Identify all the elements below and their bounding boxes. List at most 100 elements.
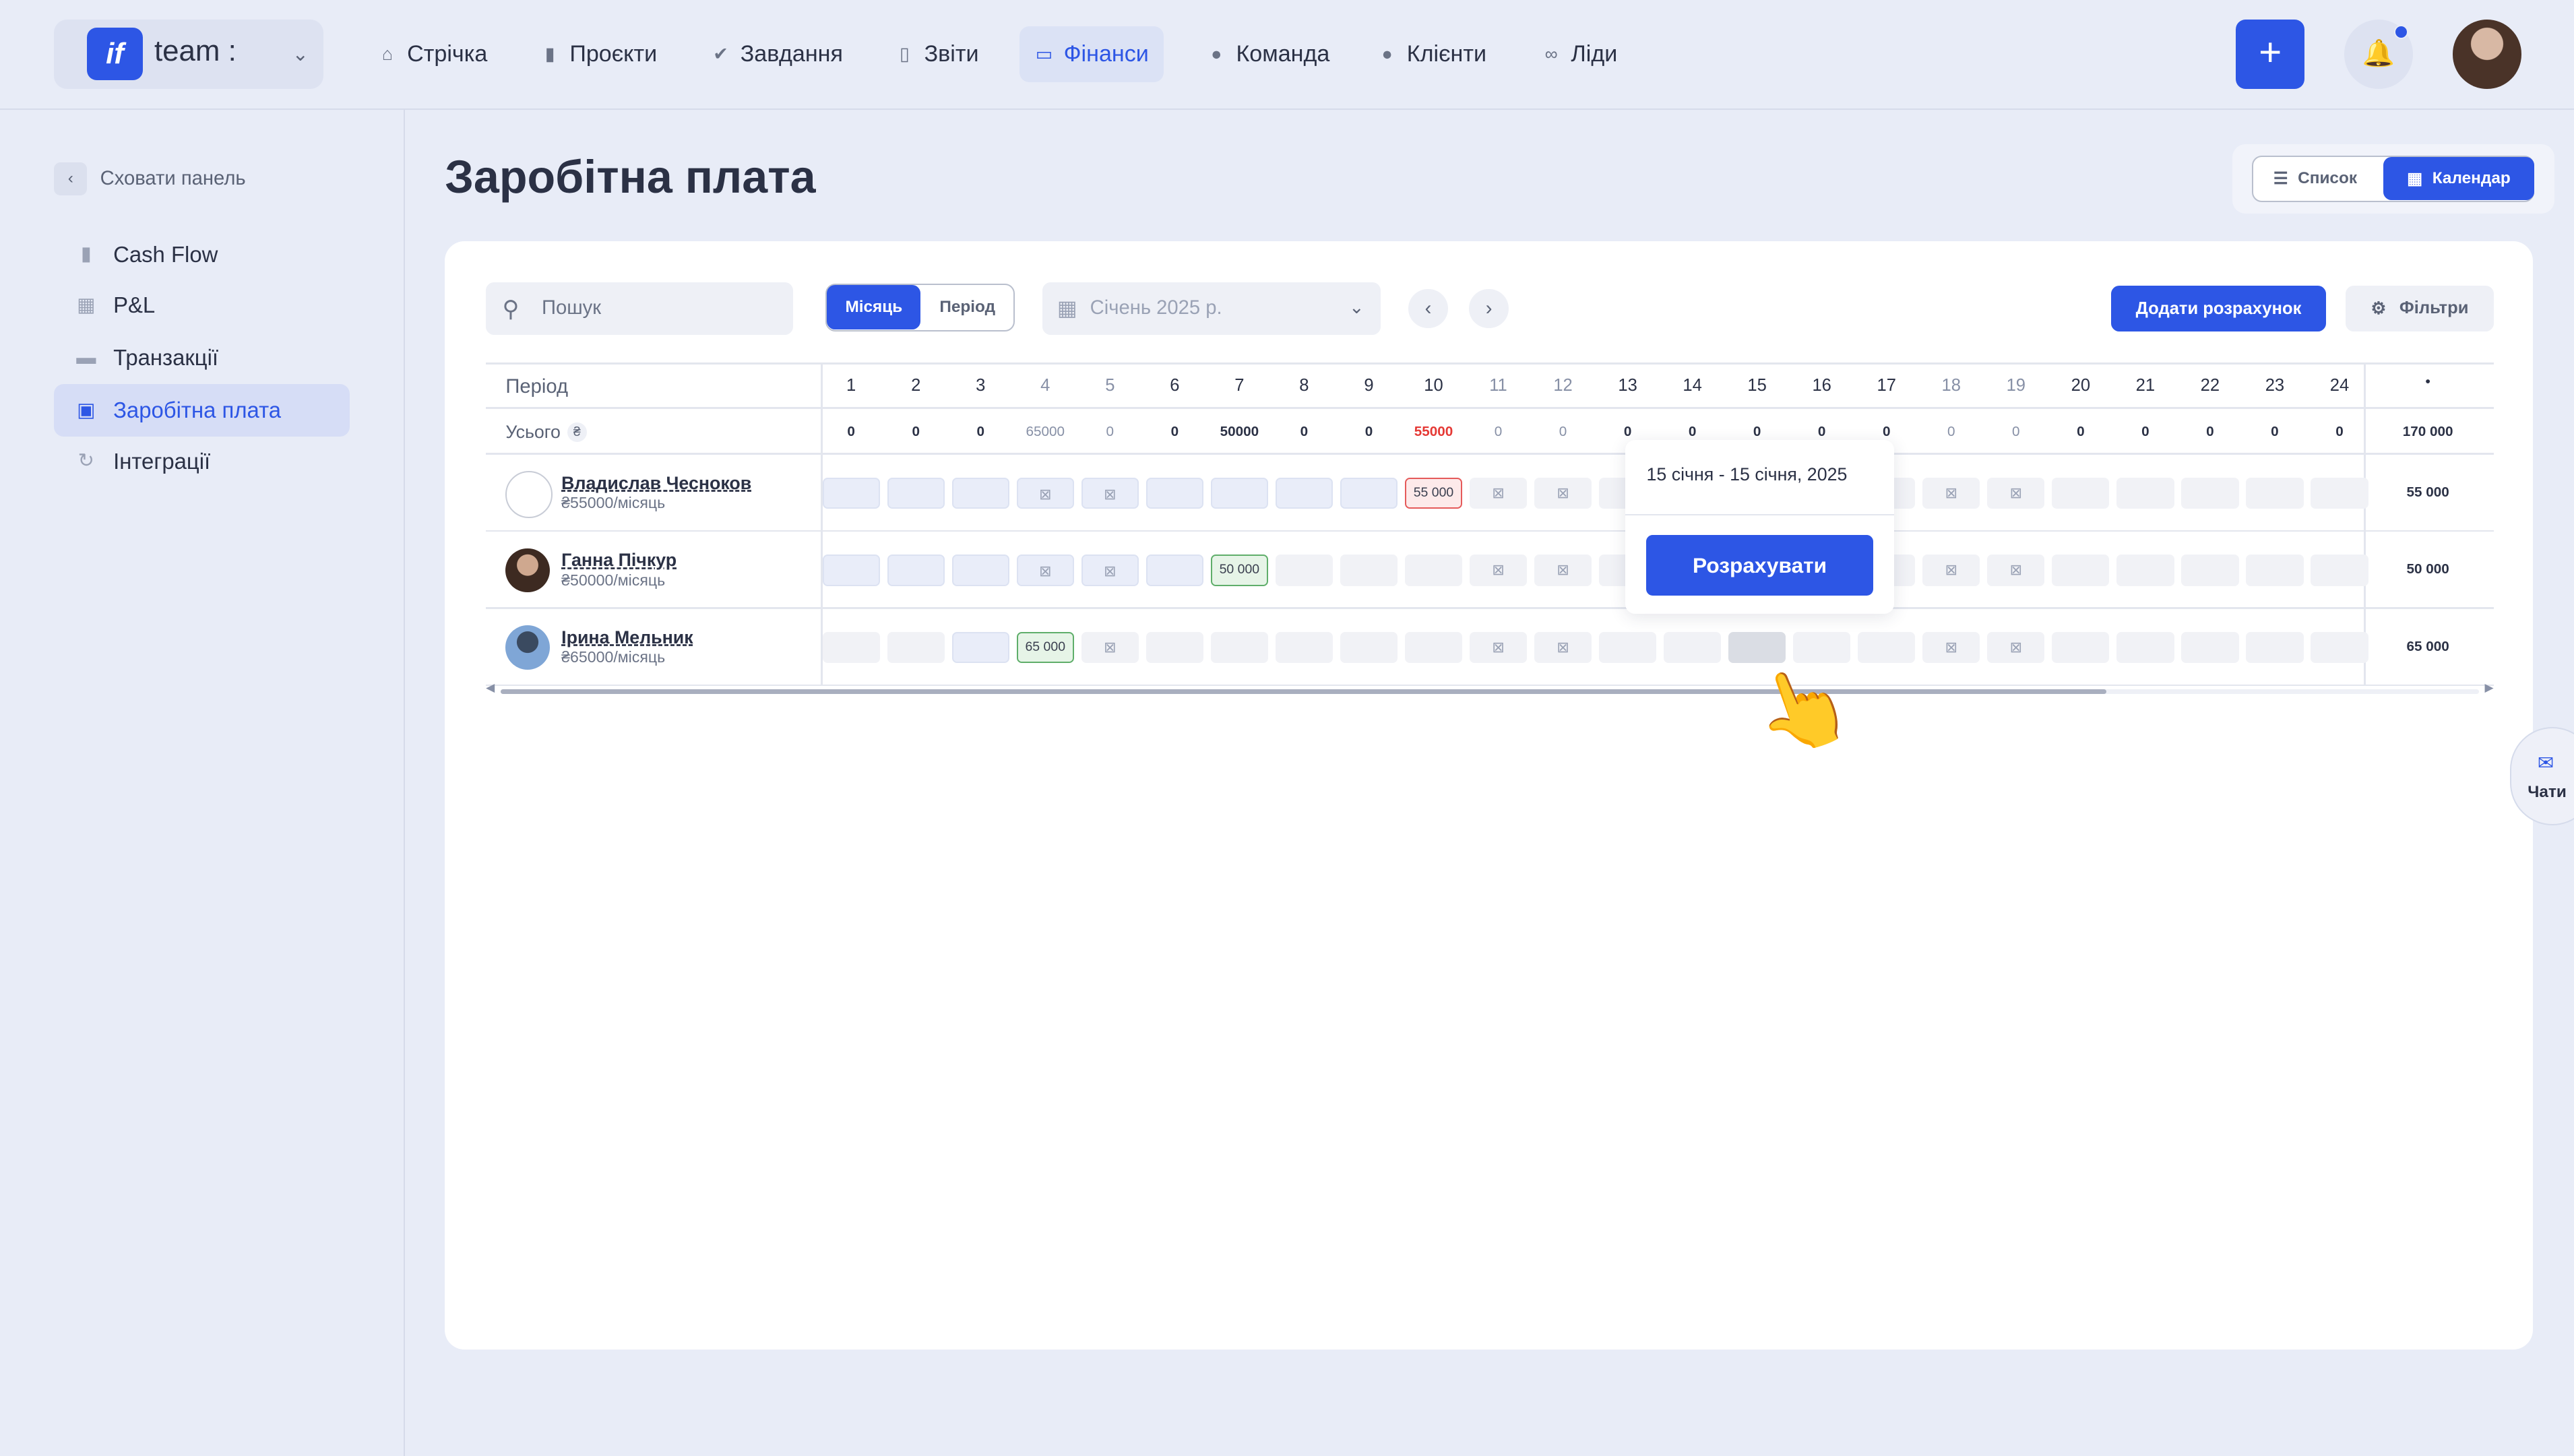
add-button[interactable]: +	[2236, 20, 2305, 89]
day-cell[interactable]	[951, 631, 1009, 664]
day-cell[interactable]: ⊠	[1922, 631, 1980, 664]
nav-tasks[interactable]: ✔ Завдання	[696, 26, 858, 82]
prev-month-button[interactable]: ‹	[1408, 288, 1448, 329]
filters-button[interactable]: ⚙ Фільтри	[2346, 285, 2494, 332]
day-cell[interactable]	[1404, 555, 1463, 586]
day-cell[interactable]	[2311, 477, 2368, 509]
day-cell[interactable]	[2116, 631, 2174, 664]
day-cell[interactable]	[2246, 631, 2304, 664]
calculate-button[interactable]: Розрахувати	[1646, 535, 1873, 596]
view-calendar-button[interactable]: ▦ Календар	[2383, 157, 2535, 200]
day-cell[interactable]	[1275, 631, 1333, 664]
day-cell[interactable]	[1275, 477, 1333, 509]
day-cell[interactable]	[2311, 631, 2368, 664]
day-cell[interactable]	[1728, 631, 1786, 664]
nav-reports[interactable]: ▯ Звіти	[880, 26, 994, 82]
check-circle-icon: ✔	[713, 43, 728, 64]
payment-cell[interactable]: 65 000	[1016, 631, 1074, 664]
day-cell[interactable]	[822, 631, 880, 664]
day-cell[interactable]: ⊠	[1987, 555, 2045, 586]
day-cell[interactable]: ⊠	[1469, 555, 1528, 586]
employee-iryna-name[interactable]: Ірина Мельник	[561, 627, 693, 648]
day-cell[interactable]	[2052, 555, 2110, 586]
day-cell[interactable]: ⊠	[1469, 477, 1528, 509]
month-select[interactable]: ▦ Січень 2025 р. ⌄	[1042, 282, 1381, 335]
day-cell[interactable]	[1145, 631, 1203, 664]
payment-cell[interactable]: 50 000	[1210, 555, 1268, 586]
day-cell[interactable]	[951, 555, 1009, 586]
day-cell[interactable]	[1404, 631, 1463, 664]
day-cell[interactable]	[1340, 555, 1398, 586]
day-cell[interactable]: ⊠	[1081, 631, 1139, 664]
day-cell[interactable]	[2116, 555, 2174, 586]
day-cell[interactable]	[2181, 477, 2239, 509]
nav-leads[interactable]: ∞ Ліди	[1527, 26, 1633, 82]
day-cell[interactable]	[887, 555, 945, 586]
seg-period[interactable]: Період	[922, 285, 1013, 329]
day-cell[interactable]	[1598, 631, 1657, 664]
next-month-button[interactable]: ›	[1469, 288, 1509, 329]
employee-salary: ₴65000/місяць	[561, 648, 666, 666]
day-cell[interactable]: ⊠	[1987, 631, 2045, 664]
day-cell[interactable]: ⊠	[1081, 555, 1139, 586]
hide-panel-button[interactable]: ‹ Сховати панель	[54, 161, 246, 197]
day-cell[interactable]	[1340, 477, 1398, 509]
day-cell[interactable]	[1210, 477, 1268, 509]
scrollbar-thumb[interactable]	[501, 689, 2106, 695]
sidebar-item-integrations[interactable]: ↻ Інтеграції	[54, 435, 350, 488]
day-cell[interactable]: ⊠	[1016, 477, 1074, 509]
day-cell[interactable]: ⊠	[1081, 477, 1139, 509]
day-cell[interactable]	[2246, 477, 2304, 509]
notifications-button[interactable]: 🔔	[2344, 20, 2414, 89]
day-cell[interactable]: ⊠	[1469, 631, 1528, 664]
employee-hanna-name[interactable]: Ганна Пічкур	[561, 550, 677, 571]
day-cell[interactable]	[1858, 631, 1916, 664]
employee-vladyslav-name[interactable]: Владислав Чесноков	[561, 473, 751, 494]
day-cell[interactable]	[1663, 631, 1722, 664]
sidebar-item-pnl[interactable]: ▦ P&L	[54, 279, 350, 331]
horizontal-scrollbar[interactable]: ◀ ▶	[486, 681, 2494, 697]
day-cell[interactable]	[2246, 555, 2304, 586]
user-avatar[interactable]	[2452, 20, 2521, 89]
day-cell[interactable]	[2052, 477, 2110, 509]
view-list-button[interactable]: ☰ Список	[2273, 168, 2357, 189]
day-cell[interactable]: ⊠	[1987, 477, 2045, 509]
day-cell[interactable]: ⊠	[1016, 555, 1074, 586]
add-calculation-button[interactable]: Додати розрахунок	[2110, 285, 2327, 332]
day-cell[interactable]: ⊠	[1534, 477, 1592, 509]
nav-projects[interactable]: ▮ Проєкти	[526, 26, 672, 82]
sidebar-item-transactions[interactable]: ▬ Транзакції	[54, 331, 350, 384]
search-input[interactable]: ⚲ Пошук	[486, 282, 793, 335]
day-cell[interactable]	[2181, 631, 2239, 664]
workspace-switcher[interactable]: if team : ⌄	[54, 20, 323, 89]
day-cell[interactable]	[951, 477, 1009, 509]
day-cell[interactable]	[2052, 631, 2110, 664]
day-cell[interactable]: ⊠	[1534, 555, 1592, 586]
seg-month[interactable]: Місяць	[827, 285, 921, 330]
day-cell[interactable]	[1145, 555, 1203, 586]
nav-team[interactable]: ● Команда	[1192, 26, 1345, 82]
nav-clients[interactable]: ● Клієнти	[1362, 26, 1501, 82]
day-cell[interactable]	[887, 477, 945, 509]
chats-button[interactable]: ✉ Чати	[2509, 727, 2574, 825]
day-cell[interactable]	[2311, 555, 2368, 586]
day-cell[interactable]	[887, 631, 945, 664]
nav-finances[interactable]: ▭ Фінанси	[1019, 26, 1164, 82]
day-cell[interactable]	[1145, 477, 1203, 509]
total-label: Усього ₴	[505, 422, 587, 443]
day-cell[interactable]	[1210, 631, 1268, 664]
nav-feed[interactable]: ⌂ Стрічка	[363, 26, 502, 82]
payment-cell[interactable]: 55 000	[1404, 477, 1463, 509]
day-cell[interactable]	[2181, 555, 2239, 586]
day-cell[interactable]	[2116, 477, 2174, 509]
day-total: 0	[2141, 423, 2149, 439]
sidebar-item-cash-flow[interactable]: ▮ Cash Flow	[54, 228, 350, 281]
day-cell[interactable]: ⊠	[1922, 555, 1980, 586]
day-cell[interactable]: ⊠	[1534, 631, 1592, 664]
day-cell[interactable]: ⊠	[1922, 477, 1980, 509]
sidebar-item-payroll[interactable]: ▣ Заробітна плата	[54, 384, 350, 437]
day-cell[interactable]	[822, 477, 880, 509]
day-cell[interactable]	[1275, 555, 1333, 586]
day-cell[interactable]	[822, 555, 880, 586]
day-cell[interactable]	[1340, 631, 1398, 664]
